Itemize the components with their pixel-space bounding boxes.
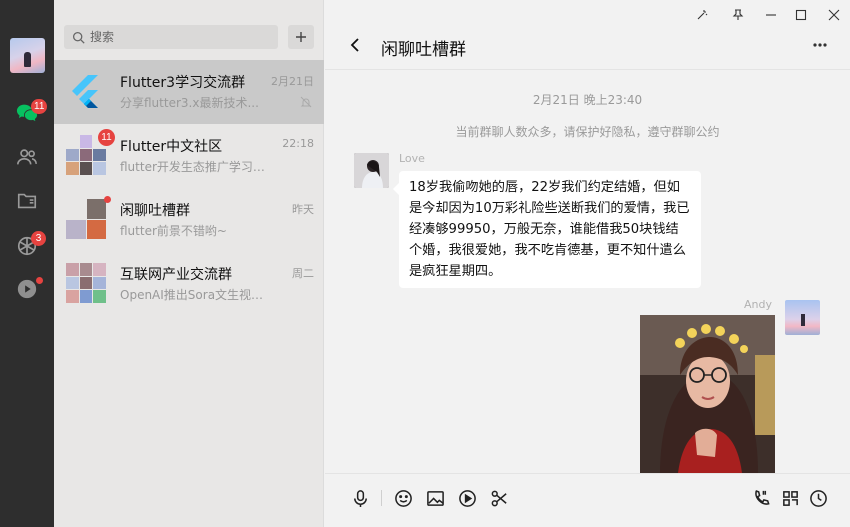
group-avatar — [66, 263, 106, 303]
contacts-icon[interactable] — [15, 145, 39, 169]
conversation-time: 昨天 — [292, 203, 314, 216]
search-box[interactable] — [64, 25, 278, 49]
unread-dot — [104, 196, 111, 203]
input-toolbar — [325, 473, 850, 527]
close-icon[interactable] — [825, 6, 843, 24]
video-dot — [36, 277, 43, 284]
more-options-icon[interactable] — [812, 40, 828, 50]
image-message[interactable] — [640, 315, 775, 473]
toolbar-divider — [381, 490, 382, 506]
chat-title: 闲聊吐槽群 — [381, 40, 466, 60]
conversation-time: 22:18 — [282, 137, 314, 150]
chat-header: 闲聊吐槽群 — [325, 0, 850, 70]
add-button[interactable] — [288, 25, 314, 49]
search-icon — [72, 31, 85, 44]
conversation-preview: flutter开发生态推广学习交... — [120, 160, 270, 174]
conversation-time: 周二 — [292, 267, 314, 280]
microphone-icon[interactable] — [350, 488, 370, 508]
pin-icon[interactable] — [729, 6, 747, 24]
conversation-time: 2月21日 — [271, 75, 314, 88]
magic-wand-icon[interactable] — [693, 6, 711, 24]
mute-icon — [300, 96, 312, 108]
user-avatar[interactable] — [10, 38, 45, 73]
play-icon[interactable] — [457, 488, 477, 508]
minimize-icon[interactable] — [762, 6, 780, 24]
conversation-item[interactable]: 11 Flutter中文社区 22:18 flutter开发生态推广学习交... — [54, 124, 324, 188]
maximize-icon[interactable] — [792, 6, 810, 24]
back-arrow-icon[interactable] — [347, 36, 365, 54]
sender-avatar[interactable] — [785, 300, 820, 335]
search-input[interactable] — [90, 30, 270, 44]
image-icon[interactable] — [425, 488, 445, 508]
folder-icon[interactable] — [15, 189, 39, 213]
conversation-name: 闲聊吐槽群 — [120, 203, 190, 219]
conversation-item[interactable]: Flutter3学习交流群 2月21日 分享flutter3.x最新技术... — [54, 60, 324, 124]
chat-unread-badge: 11 — [31, 99, 48, 114]
plus-icon — [296, 32, 306, 42]
message-bubble[interactable]: 18岁我偷吻她的唇，22岁我们约定结婚，但如是今却因为10万彩礼险些送断我们的爱… — [393, 171, 701, 288]
group-avatar — [66, 199, 106, 239]
conversation-list: Flutter3学习交流群 2月21日 分享flutter3.x最新技术... … — [54, 0, 324, 527]
conversation-name: 互联网产业交流群 — [120, 267, 232, 283]
phone-icon[interactable] — [751, 488, 771, 508]
conversation-item[interactable]: 闲聊吐槽群 昨天 flutter前景不错哟~ — [54, 188, 324, 252]
grid-icon[interactable] — [780, 488, 800, 508]
clock-icon[interactable] — [808, 488, 828, 508]
conversation-item[interactable]: 互联网产业交流群 周二 OpenAI推出Sora文生视频大... — [54, 252, 324, 316]
scissors-icon[interactable] — [489, 488, 509, 508]
conversation-name: Flutter3学习交流群 — [120, 75, 246, 91]
moments-badge: 3 — [31, 231, 46, 246]
conversation-preview: OpenAI推出Sora文生视频大... — [120, 288, 270, 302]
flutter-logo-icon — [66, 71, 106, 111]
emoji-icon[interactable] — [393, 488, 413, 508]
conversation-name: Flutter中文社区 — [120, 139, 223, 155]
chat-panel: 闲聊吐槽群 2月21日 晚上23:40 当前群聊人数众多，请保护好隐私，遵守群聊… — [325, 0, 850, 527]
sender-name: Andy — [744, 298, 772, 311]
conversation-preview: flutter前景不错哟~ — [120, 224, 227, 238]
unread-badge: 11 — [98, 129, 115, 146]
message-timestamp: 2月21日 晚上23:40 — [532, 93, 643, 107]
sender-avatar[interactable] — [354, 153, 389, 188]
sender-name: Love — [399, 152, 425, 165]
conversation-preview: 分享flutter3.x最新技术... — [120, 96, 259, 110]
nav-rail: 11 3 — [0, 0, 54, 527]
system-notice: 当前群聊人数众多，请保护好隐私，遵守群聊公约 — [455, 125, 720, 139]
